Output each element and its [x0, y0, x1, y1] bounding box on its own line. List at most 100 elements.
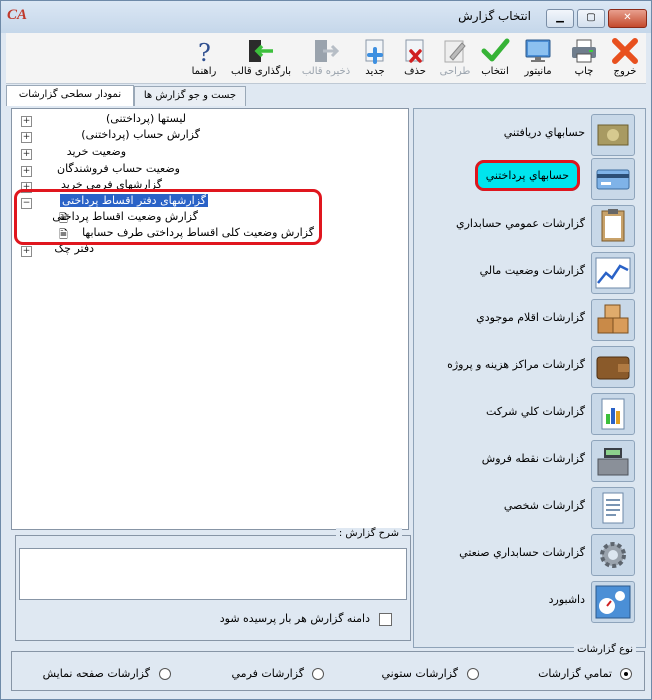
radio-form-reports[interactable]	[312, 668, 324, 680]
delete-label: حذف	[404, 66, 426, 77]
load-template-label: بارگذاری قالب	[231, 66, 291, 77]
new-document-icon	[365, 39, 384, 64]
category-label: گزارشات نقطه فروش	[481, 452, 585, 465]
category-personal[interactable]: گزارشات شخصي	[414, 485, 645, 529]
wallet-icon	[591, 346, 635, 388]
cash-register-icon	[591, 440, 635, 482]
design-button[interactable]: طراحی	[436, 35, 474, 81]
save-template-button[interactable]: ذخیره قالب	[298, 35, 354, 81]
tree-expander[interactable]: +	[21, 166, 32, 177]
monitor-icon	[525, 39, 551, 62]
delete-document-icon	[405, 39, 424, 63]
tree-node[interactable]: گزارش حساب (پرداختنی)	[81, 128, 200, 144]
category-label: داشبورد	[548, 593, 585, 606]
category-financial-status[interactable]: گزارشات وضعيت مالي	[414, 250, 645, 294]
credit-card-icon	[591, 158, 635, 200]
window-title: انتخاب گزارش	[458, 9, 531, 23]
new-button[interactable]: جدید	[356, 35, 394, 81]
report-tree: + لیستها (پرداختنی) + گزارش حساب (پرداخت…	[11, 108, 409, 530]
report-selection-window: CA انتخاب گزارش ▁ ▢ ✕ خروج چاپ مانیتور ا…	[0, 0, 652, 700]
tab-level-chart[interactable]: نمودار سطحی گزارشات	[6, 85, 134, 106]
delete-button[interactable]: حذف	[396, 35, 434, 81]
window-close-button[interactable]: ✕	[608, 9, 647, 28]
gear-icon	[591, 534, 635, 576]
load-template-icon	[249, 40, 273, 62]
screen-reports-label: گزارشات صفحه نمايش	[42, 667, 150, 680]
clipboard-icon	[591, 205, 635, 247]
title-bar[interactable]: CA انتخاب گزارش ▁ ▢ ✕	[1, 1, 651, 33]
report-description-group: شرح گزارش : دامنه گزارش هر بار پرسیده شو…	[15, 528, 411, 641]
tab-report-search[interactable]: جست و جو گزارش ها	[134, 86, 246, 106]
monitor-button[interactable]: مانیتور	[516, 35, 560, 81]
category-pos[interactable]: گزارشات نقطه فروش	[414, 438, 645, 482]
tree-expander[interactable]: +	[21, 116, 32, 127]
category-general-accounting[interactable]: گزارشات عمومي حسابداري	[414, 203, 645, 247]
all-reports-label: تمامي گزارشات	[538, 667, 612, 680]
category-label: گزارشات عمومي حسابداري	[455, 217, 585, 230]
tree-expander[interactable]: +	[21, 246, 32, 257]
radio-all-reports[interactable]	[620, 668, 632, 680]
question-mark-icon: ?	[198, 39, 211, 65]
radio-screen-reports[interactable]	[159, 668, 171, 680]
description-label: شرح گزارش :	[335, 528, 402, 539]
svg-text:?: ?	[198, 39, 211, 65]
money-icon	[591, 114, 635, 156]
line-chart-icon	[591, 252, 635, 294]
ask-range-checkbox[interactable]	[379, 613, 392, 626]
column-reports-label: گزارشات ستوني	[381, 667, 458, 680]
checkmark-icon	[481, 38, 510, 62]
new-label: جدید	[365, 66, 385, 77]
category-label: حسابهاي دريافتني	[503, 126, 585, 139]
category-inventory[interactable]: گزارشات اقلام موجودي	[414, 297, 645, 341]
category-label: گزارشات حسابداري صنعتي	[459, 546, 585, 559]
report-chart-icon	[591, 393, 635, 435]
save-template-label: ذخیره قالب	[301, 66, 351, 77]
category-payables[interactable]: حسابهاي پرداختني	[414, 156, 645, 200]
category-label: گزارشات اقلام موجودي	[476, 311, 585, 324]
document-icon	[591, 487, 635, 529]
category-panel: حسابهاي دريافتني حسابهاي پرداختني گزارشا…	[413, 108, 646, 648]
category-label-highlight-wrap: حسابهاي پرداختني	[474, 160, 580, 191]
dashboard-gauge-icon	[591, 581, 635, 623]
exit-label: خروج	[613, 66, 637, 77]
print-label: چاپ	[574, 66, 594, 77]
ask-range-label: دامنه گزارش هر بار پرسیده شود	[219, 612, 370, 625]
monitor-label: مانیتور	[524, 66, 552, 77]
description-text[interactable]	[19, 548, 407, 600]
print-button[interactable]: چاپ	[564, 35, 604, 81]
category-label: گزارشات شخصي	[503, 499, 585, 512]
toolbar: خروج چاپ مانیتور انتخاب طراحی حذف جدید ذ…	[6, 33, 646, 84]
tree-node[interactable]: وضعیت خرید	[67, 145, 126, 161]
select-label: انتخاب	[481, 66, 509, 77]
boxes-icon	[591, 299, 635, 341]
category-label: گزارشات كلي شركت	[486, 405, 585, 418]
category-dashboard[interactable]: داشبورد	[414, 579, 645, 623]
category-label: گزارشات وضعيت مالي	[479, 264, 585, 277]
design-label: طراحی	[439, 66, 471, 77]
category-cost-centers[interactable]: گزارشات مراكز هزينه و پروژه	[414, 344, 645, 388]
app-logo-icon: CA	[7, 7, 28, 23]
pen-icon	[444, 40, 466, 63]
category-industrial-accounting[interactable]: گزارشات حسابداري صنعتي	[414, 532, 645, 576]
form-reports-label: گزارشات فرمي	[231, 667, 304, 680]
exit-button[interactable]: خروج	[606, 35, 644, 81]
highlight-box	[14, 189, 322, 245]
help-label: راهنما	[191, 66, 217, 77]
category-label: گزارشات مراكز هزينه و پروژه	[447, 358, 585, 371]
select-button[interactable]: انتخاب	[476, 35, 514, 81]
help-button[interactable]: ? راهنما	[184, 35, 224, 81]
tree-expander[interactable]: +	[21, 149, 32, 160]
category-company[interactable]: گزارشات كلي شركت	[414, 391, 645, 435]
load-template-button[interactable]: بارگذاری قالب	[228, 35, 294, 81]
tree-node[interactable]: لیستها (پرداختنی)	[106, 112, 186, 128]
tree-expander[interactable]: +	[21, 132, 32, 143]
category-receivables[interactable]: حسابهاي دريافتني	[414, 112, 645, 156]
minimize-button[interactable]: ▁	[546, 9, 574, 28]
tree-node[interactable]: وضعیت حساب فروشندگان	[57, 162, 180, 178]
close-x-icon	[612, 38, 638, 64]
category-label: حسابهاي پرداختني	[474, 160, 580, 191]
printer-icon	[572, 39, 596, 63]
radio-column-reports[interactable]	[467, 668, 479, 680]
maximize-button[interactable]: ▢	[577, 9, 605, 28]
report-type-label: نوع گزارشات	[574, 644, 636, 655]
